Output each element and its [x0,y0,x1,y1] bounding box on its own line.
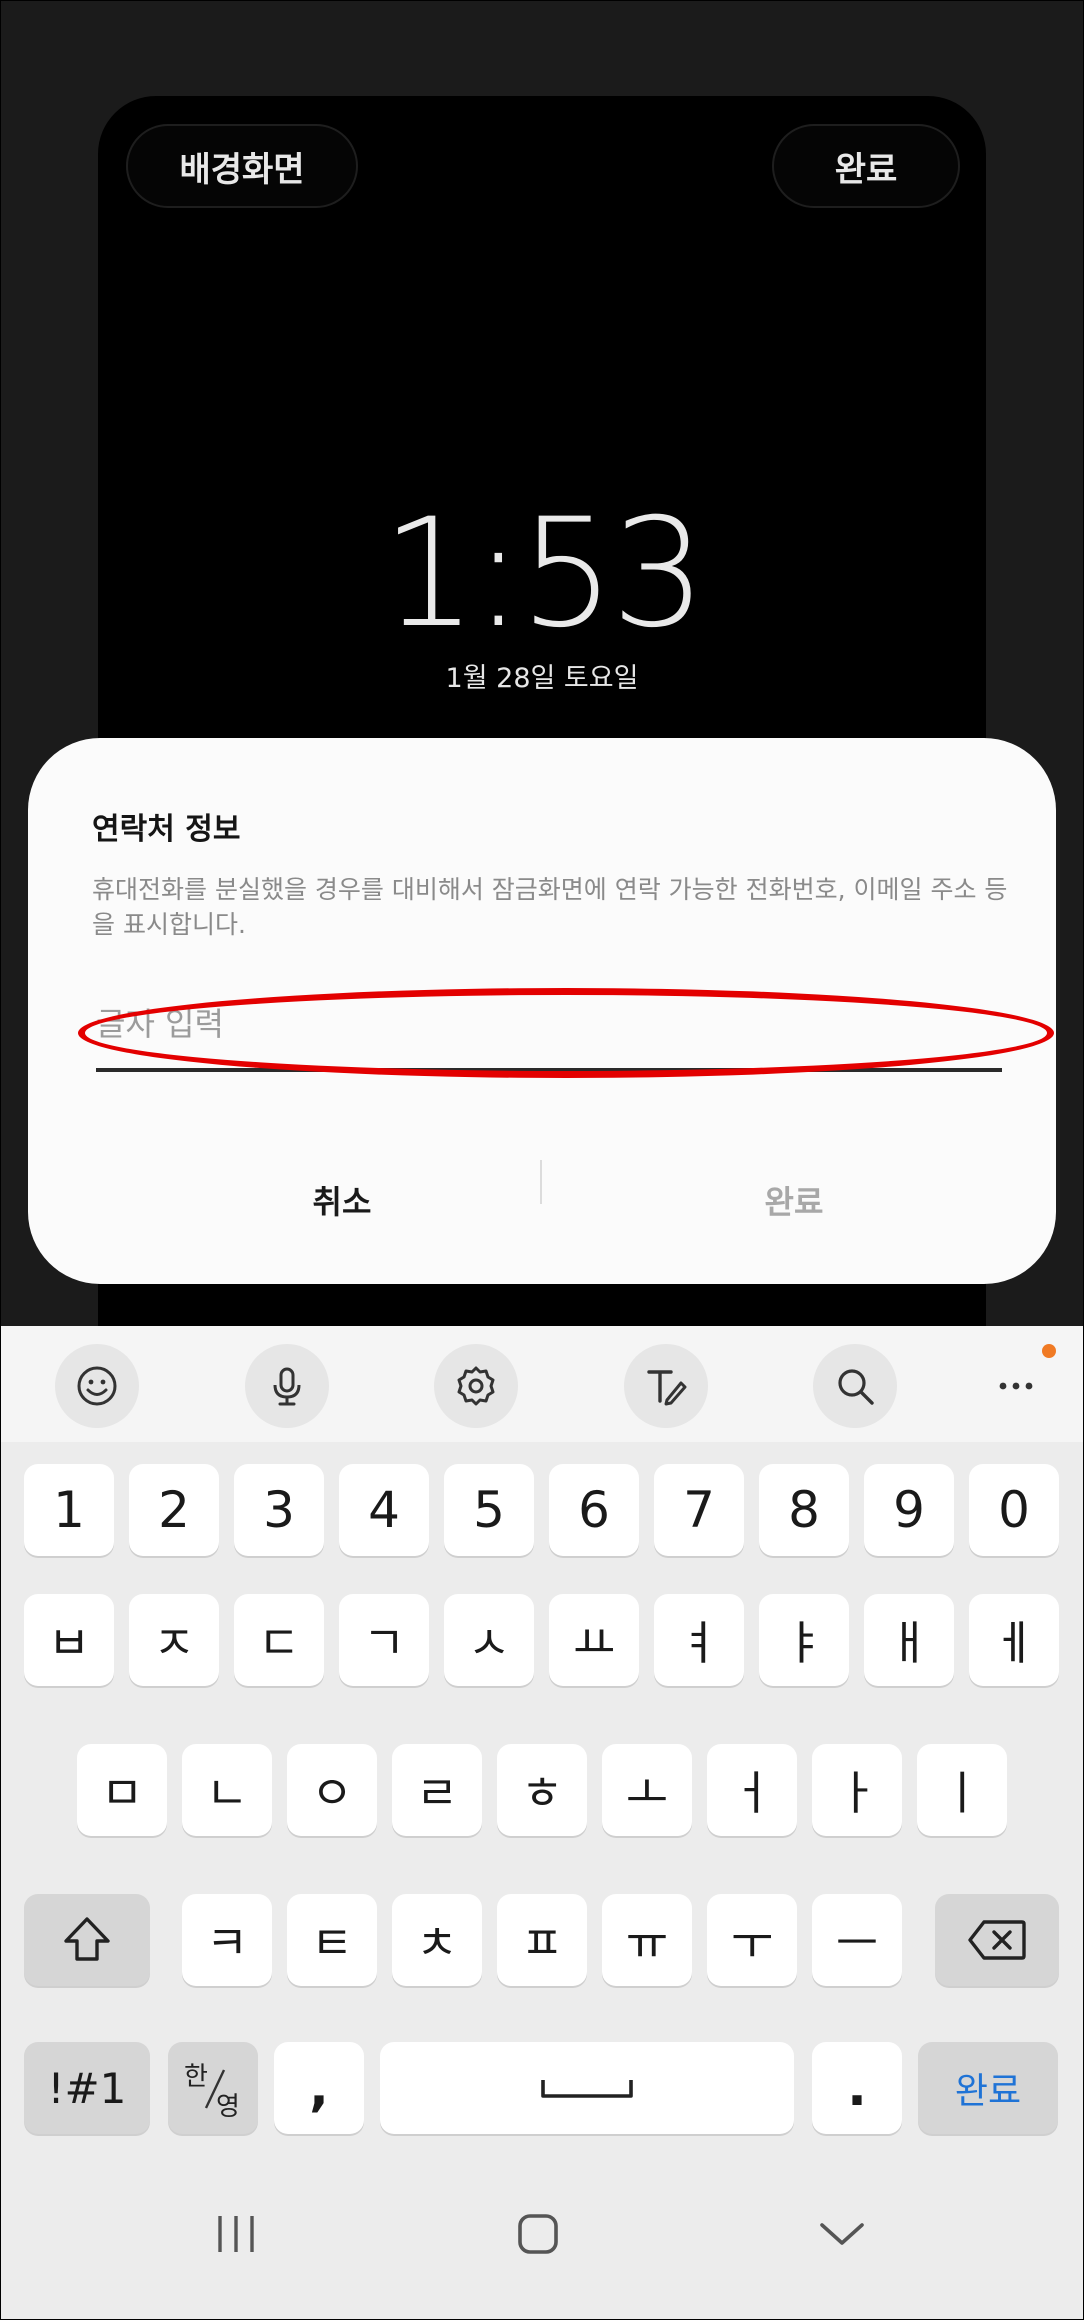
key-chieut[interactable]: ㅊ [392,1894,482,1986]
language-switch-key[interactable]: 한 영 [168,2042,258,2134]
key-4[interactable]: 4 [339,1464,429,1556]
key-kieuk[interactable]: ㅋ [182,1894,272,1986]
key-hieut[interactable]: ㅎ [497,1744,587,1836]
keyboard-done-key[interactable]: 완료 [918,2042,1058,2134]
key-pieup[interactable]: ㅍ [497,1894,587,1986]
search-icon[interactable] [813,1344,897,1428]
key-3[interactable]: 3 [234,1464,324,1556]
button-divider [540,1160,542,1204]
contact-info-input[interactable] [96,994,1002,1054]
key-digeut[interactable]: ㄷ [234,1594,324,1686]
recent-apps-icon[interactable] [176,2204,296,2264]
lockscreen-done-button[interactable]: 완료 [772,124,960,208]
key-yu[interactable]: ㅠ [602,1894,692,1986]
key-1[interactable]: 1 [24,1464,114,1556]
keyboard-toolbar [0,1326,1084,1442]
handwriting-icon[interactable] [624,1344,708,1428]
back-icon[interactable] [782,2204,902,2264]
shift-arrow-icon [64,1917,110,1961]
key-ieung[interactable]: ㅇ [287,1744,377,1836]
lang-slash-icon [204,2069,226,2109]
space-key[interactable] [380,2042,794,2134]
period-key[interactable]: . [812,2042,902,2134]
emoji-icon[interactable] [55,1344,139,1428]
key-eu[interactable]: ㅡ [812,1894,902,1986]
input-underline [96,1068,1002,1072]
keyboard: 1 2 3 4 5 6 7 8 9 0 ㅂ ㅈ ㄷ ㄱ ㅅ ㅛ ㅕ ㅑ ㅐ ㅔ … [0,1326,1084,2320]
key-i[interactable]: ㅣ [917,1744,1007,1836]
key-ae[interactable]: ㅐ [864,1594,954,1686]
key-u[interactable]: ㅜ [707,1894,797,1986]
backspace-key[interactable] [935,1894,1059,1986]
microphone-icon[interactable] [245,1344,329,1428]
navigation-bar [0,2182,1084,2320]
key-nieun[interactable]: ㄴ [182,1744,272,1836]
backspace-icon [968,1920,1026,1960]
key-giyeok[interactable]: ㄱ [339,1594,429,1686]
key-bieup[interactable]: ㅂ [24,1594,114,1686]
key-2[interactable]: 2 [129,1464,219,1556]
key-yo[interactable]: ㅛ [549,1594,639,1686]
notification-dot [1042,1344,1056,1358]
key-ya[interactable]: ㅑ [759,1594,849,1686]
contact-info-dialog: 연락처 정보 휴대전화를 분실했을 경우를 대비해서 잠금화면에 연락 가능한 … [28,738,1056,1284]
settings-gear-icon[interactable] [434,1344,518,1428]
key-0[interactable]: 0 [969,1464,1059,1556]
key-o[interactable]: ㅗ [602,1744,692,1836]
comma-key[interactable]: , [274,2042,364,2134]
key-a[interactable]: ㅏ [812,1744,902,1836]
key-tieut[interactable]: ㅌ [287,1894,377,1986]
key-rieul[interactable]: ㄹ [392,1744,482,1836]
key-mieum[interactable]: ㅁ [77,1744,167,1836]
dialog-done-button[interactable]: 완료 [594,1158,994,1242]
dialog-description: 휴대전화를 분실했을 경우를 대비해서 잠금화면에 연락 가능한 전화번호, 이… [92,875,1008,939]
lockscreen-clock: 1:53 [381,487,707,661]
space-bar-icon [541,2080,633,2098]
symbols-key[interactable]: !#1 [24,2042,150,2134]
shift-key[interactable] [24,1894,150,1986]
key-jieut[interactable]: ㅈ [129,1594,219,1686]
key-yeo[interactable]: ㅕ [654,1594,744,1686]
cancel-button[interactable]: 취소 [142,1158,542,1242]
home-icon[interactable] [478,2204,598,2264]
wallpaper-button[interactable]: 배경화면 [126,124,358,208]
key-8[interactable]: 8 [759,1464,849,1556]
lockscreen-date: 1월 28일 토요일 [445,663,639,694]
dialog-title: 연락처 정보 [92,812,241,847]
key-7[interactable]: 7 [654,1464,744,1556]
key-siot[interactable]: ㅅ [444,1594,534,1686]
key-5[interactable]: 5 [444,1464,534,1556]
key-e[interactable]: ㅔ [969,1594,1059,1686]
key-6[interactable]: 6 [549,1464,639,1556]
key-9[interactable]: 9 [864,1464,954,1556]
key-eo[interactable]: ㅓ [707,1744,797,1836]
